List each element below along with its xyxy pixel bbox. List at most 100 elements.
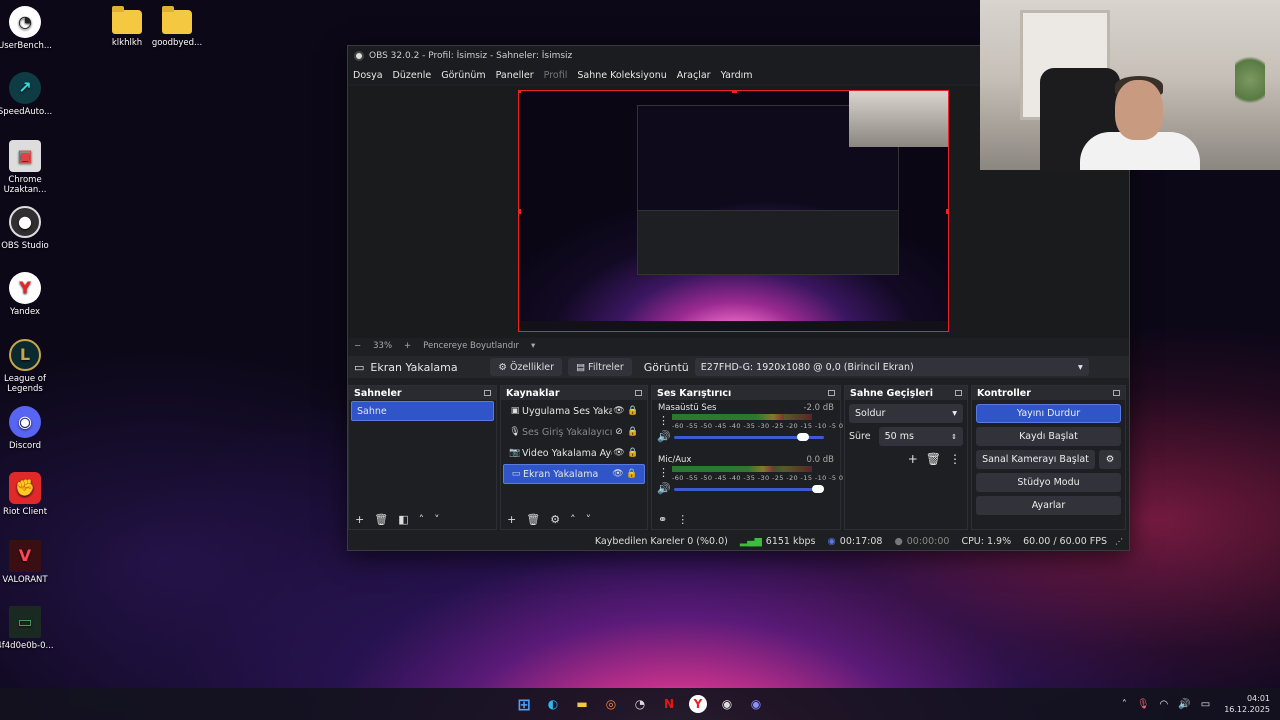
clock[interactable]: 04:01 16.12.2025 [1224, 693, 1270, 715]
popout-icon[interactable] [484, 390, 491, 396]
resize-grip-icon[interactable]: ⋰ [1115, 537, 1123, 546]
windows-start-icon[interactable]: ⊞ [512, 692, 536, 716]
desktop-icon-lol[interactable]: L League of Legends [0, 339, 57, 394]
lock-icon[interactable]: 🔒 [625, 469, 639, 479]
popout-icon[interactable] [635, 390, 642, 396]
settings-button[interactable]: Ayarlar [976, 496, 1121, 515]
desktop-icon-yandex[interactable]: Y Yandex [0, 272, 57, 317]
duration-input[interactable]: 50 ms ⇕ [878, 427, 963, 446]
file-explorer-icon[interactable]: ▬ [570, 692, 594, 716]
volume-slider[interactable] [674, 433, 824, 441]
scene-item[interactable]: Sahne [351, 401, 494, 421]
virtual-cam-button[interactable]: Sanal Kamerayı Başlat [976, 450, 1095, 469]
desktop-icon-discord[interactable]: ◉ Discord [0, 406, 57, 451]
speaker-icon[interactable]: 🔊 [657, 482, 671, 495]
monitor-icon: ▭ [354, 360, 365, 374]
desktop-folder-goodbyed[interactable]: goodbyed... [145, 6, 209, 48]
resize-handle[interactable] [519, 91, 521, 93]
battery-icon[interactable]: ▭ [1201, 699, 1210, 710]
virtual-cam-settings-button[interactable]: ⚙ [1099, 450, 1121, 469]
preview-canvas[interactable] [518, 90, 949, 332]
popout-icon[interactable] [1113, 390, 1120, 396]
trash-icon[interactable]: 🗑 [926, 452, 941, 466]
menu-scene-collection[interactable]: Sahne Koleksiyonu [577, 70, 666, 81]
source-item[interactable]: ▭ Ekran Yakalama 👁 🔒 [503, 464, 645, 484]
obs-taskbar-icon[interactable]: ◉ [715, 692, 739, 716]
menu-help[interactable]: Yardım [721, 70, 753, 81]
desktop-icon-valorant[interactable]: V VALORANT [0, 540, 57, 585]
slider-knob[interactable] [797, 433, 809, 441]
spinner-icon[interactable]: ⇕ [951, 433, 957, 441]
more-icon[interactable]: ⋮ [658, 414, 669, 427]
more-icon[interactable]: ⋮ [949, 452, 961, 466]
menu-file[interactable]: Dosya [353, 70, 383, 81]
scene-filter-icon[interactable]: ◧ [398, 513, 408, 526]
resize-handle[interactable] [732, 91, 737, 93]
advanced-audio-icon[interactable]: ⚭ [658, 513, 667, 526]
discord-taskbar-icon[interactable]: ◉ [744, 692, 768, 716]
eye-hidden-icon[interactable]: ⊘ [612, 427, 626, 437]
wifi-icon[interactable]: ◠ [1160, 699, 1169, 710]
zoom-out-button[interactable]: − [354, 341, 361, 351]
more-icon[interactable]: ⋮ [677, 513, 688, 526]
popout-icon[interactable] [828, 390, 835, 396]
desktop-icon-riot[interactable]: ✊ Riot Client [0, 472, 57, 517]
add-icon[interactable]: + [908, 452, 918, 466]
mic-icon[interactable]: 🎙 [1137, 699, 1150, 710]
transition-select[interactable]: Soldur ▾ [849, 404, 963, 423]
slider-knob[interactable] [812, 485, 824, 493]
menu-view[interactable]: Görünüm [441, 70, 485, 81]
menu-tools[interactable]: Araçlar [677, 70, 711, 81]
volume-icon[interactable]: 🔊 [1178, 699, 1190, 710]
popout-icon[interactable] [955, 390, 962, 396]
lock-icon[interactable]: 🔒 [626, 406, 640, 416]
fit-to-window[interactable]: Pencereye Boyutlandır [423, 341, 519, 351]
source-item[interactable]: ▣ Uygulama Ses Yakalam 👁 🔒 [503, 401, 645, 421]
resize-handle[interactable] [519, 209, 521, 214]
chevron-up-icon[interactable]: ˄ [570, 513, 576, 526]
chevron-down-icon[interactable]: ˅ [586, 513, 592, 526]
filters-button[interactable]: ▤ Filtreler [568, 358, 632, 376]
volume-slider[interactable] [674, 485, 824, 493]
more-icon[interactable]: ⋮ [658, 466, 669, 479]
add-icon[interactable]: + [355, 513, 364, 526]
desktop-icon-file[interactable]: ▭ 4f4d0e0b-0... [0, 606, 57, 651]
edge-icon[interactable]: ◐ [541, 692, 565, 716]
display-select[interactable]: E27FHD-G: 1920x1080 @ 0,0 (Birincil Ekra… [694, 358, 1089, 376]
chevron-up-icon[interactable]: ˄ [419, 513, 425, 526]
desktop-icon-chrome-remote[interactable]: ▣ Chrome Uzaktan... [0, 140, 57, 195]
gear-icon[interactable]: ⚙ [550, 513, 560, 526]
chevron-down-icon[interactable]: ˅ [434, 513, 440, 526]
desktop-icon-obs[interactable]: ● OBS Studio [0, 206, 57, 251]
eye-icon[interactable]: 👁 [612, 448, 626, 458]
desktop-icon-userbench[interactable]: ◔ UserBench... [0, 6, 57, 51]
filter-icon: ▤ [576, 361, 586, 373]
menu-docks[interactable]: Paneller [496, 70, 534, 81]
netflix-icon[interactable]: N [657, 692, 681, 716]
resize-handle[interactable] [946, 209, 948, 214]
lock-icon[interactable]: 🔒 [626, 427, 640, 437]
meter-level [672, 414, 784, 420]
start-record-button[interactable]: Kaydı Başlat [976, 427, 1121, 446]
source-item[interactable]: 📷 Video Yakalama Aygıtı 👁 🔒 [503, 443, 645, 463]
chrome-icon[interactable]: ◎ [599, 692, 623, 716]
properties-button[interactable]: ⚙ Özellikler [490, 358, 563, 376]
chevron-down-icon[interactable]: ▾ [531, 341, 535, 351]
trash-icon[interactable]: 🗑 [374, 513, 388, 526]
studio-mode-button[interactable]: Stüdyo Modu [976, 473, 1121, 492]
stop-stream-button[interactable]: Yayını Durdur [976, 404, 1121, 423]
yandex-taskbar-icon[interactable]: Y [689, 695, 707, 713]
desktop-icon-speedauto[interactable]: ↗ SpeedAuto... [0, 72, 57, 117]
add-icon[interactable]: + [507, 513, 516, 526]
menu-edit[interactable]: Düzenle [393, 70, 432, 81]
eye-icon[interactable]: 👁 [611, 469, 625, 479]
menu-profile[interactable]: Profil [544, 70, 568, 81]
lock-icon[interactable]: 🔒 [626, 448, 640, 458]
zoom-in-button[interactable]: + [404, 341, 411, 351]
eye-icon[interactable]: 👁 [612, 406, 626, 416]
trash-icon[interactable]: 🗑 [526, 513, 540, 526]
chevron-up-icon[interactable]: ˄ [1122, 699, 1127, 710]
userbench-taskbar-icon[interactable]: ◔ [628, 692, 652, 716]
speaker-icon[interactable]: 🔊 [657, 430, 671, 443]
source-item[interactable]: 🎙 Ses Giriş Yakalayıcısı ⊘ 🔒 [503, 422, 645, 442]
